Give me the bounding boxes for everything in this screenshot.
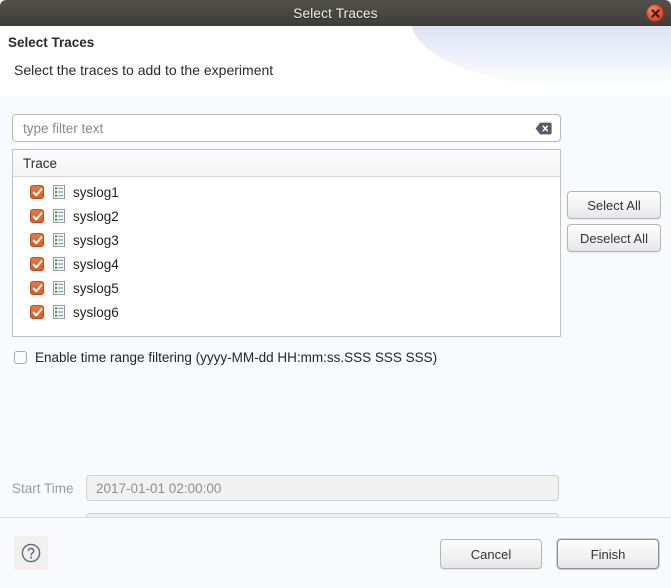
header-decoration bbox=[411, 26, 671, 90]
trace-checkbox[interactable] bbox=[30, 257, 44, 271]
list-item[interactable]: syslog3 bbox=[13, 228, 560, 252]
list-item-label: syslog1 bbox=[73, 185, 119, 200]
title-bar: Select Traces bbox=[0, 0, 671, 26]
trace-file-icon bbox=[51, 184, 67, 200]
trace-file-icon bbox=[51, 232, 67, 248]
trace-checkbox[interactable] bbox=[30, 209, 44, 223]
list-item-label: syslog4 bbox=[73, 257, 119, 272]
dialog-button-bar: Cancel Finish bbox=[0, 517, 671, 588]
clear-filter-icon[interactable] bbox=[532, 115, 554, 141]
help-icon[interactable] bbox=[14, 536, 48, 570]
window-title: Select Traces bbox=[293, 6, 377, 21]
deselect-all-button[interactable]: Deselect All bbox=[567, 224, 661, 252]
page-description: Select the traces to add to the experime… bbox=[14, 62, 273, 78]
page-title: Select Traces bbox=[8, 35, 94, 50]
dialog-header: Select Traces Select the traces to add t… bbox=[0, 26, 671, 98]
trace-checkbox[interactable] bbox=[30, 185, 44, 199]
trace-rows: syslog1 bbox=[13, 177, 560, 324]
trace-file-icon bbox=[51, 280, 67, 296]
close-icon[interactable] bbox=[646, 4, 664, 22]
enable-time-range-checkbox[interactable] bbox=[14, 351, 27, 364]
enable-time-range-row[interactable]: Enable time range filtering (yyyy-MM-dd … bbox=[14, 350, 437, 365]
list-item-label: syslog6 bbox=[73, 305, 119, 320]
select-traces-dialog: Select Traces Select Traces Select the t… bbox=[0, 0, 671, 588]
list-item[interactable]: syslog2 bbox=[13, 204, 560, 228]
list-item-label: syslog2 bbox=[73, 209, 119, 224]
finish-button[interactable]: Finish bbox=[557, 539, 659, 569]
list-item[interactable]: syslog1 bbox=[13, 180, 560, 204]
trace-checkbox[interactable] bbox=[30, 281, 44, 295]
dialog-body: Trace bbox=[0, 97, 671, 517]
list-item[interactable]: syslog6 bbox=[13, 300, 560, 324]
trace-checkbox[interactable] bbox=[30, 305, 44, 319]
filter-field[interactable] bbox=[12, 114, 561, 142]
list-item-label: syslog5 bbox=[73, 281, 119, 296]
search-input[interactable] bbox=[13, 115, 532, 141]
start-time-field[interactable]: 2017-01-01 02:00:00 bbox=[86, 475, 559, 501]
start-time-row: Start Time 2017-01-01 02:00:00 bbox=[12, 475, 559, 501]
start-time-label: Start Time bbox=[12, 481, 86, 496]
list-item-label: syslog3 bbox=[73, 233, 119, 248]
trace-file-icon bbox=[51, 304, 67, 320]
trace-list[interactable]: Trace bbox=[12, 149, 561, 337]
cancel-button[interactable]: Cancel bbox=[440, 539, 542, 569]
trace-file-icon bbox=[51, 208, 67, 224]
list-item[interactable]: syslog5 bbox=[13, 276, 560, 300]
trace-checkbox[interactable] bbox=[30, 233, 44, 247]
enable-time-range-label: Enable time range filtering (yyyy-MM-dd … bbox=[35, 350, 437, 365]
select-all-button[interactable]: Select All bbox=[567, 191, 661, 219]
list-item[interactable]: syslog4 bbox=[13, 252, 560, 276]
trace-column-header: Trace bbox=[13, 150, 560, 177]
trace-file-icon bbox=[51, 256, 67, 272]
